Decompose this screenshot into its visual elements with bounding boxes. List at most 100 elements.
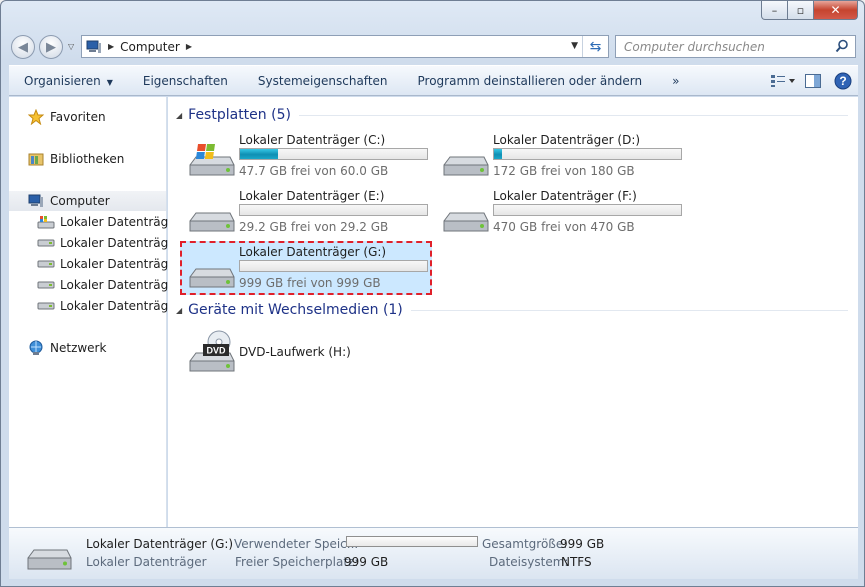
properties-button[interactable]: Eigenschaften [128,74,243,88]
search-placeholder: Computer durchsuchen [624,39,765,54]
windows-drive-icon [186,143,236,181]
nav-network[interactable]: Netzwerk [27,338,106,358]
preview-pane-button[interactable] [798,66,828,96]
refresh-icon: ⇆ [589,38,602,55]
computer-icon [86,40,102,53]
collapse-triangle-icon[interactable]: ◢ [176,306,182,315]
dvd-drive-item[interactable]: DVD DVD-Laufwerk (H:) [182,327,434,381]
toolbar-right: ? [768,66,858,96]
hard-drive-icon [186,255,236,293]
minimize-icon: – [771,3,778,17]
dvd-badge: DVD [206,346,226,356]
drive-name: Lokaler Datenträger (G:) [239,245,387,259]
group-divider [298,114,848,116]
address-bar[interactable]: ▶ Computer ▶ ▼ ⇆ [81,35,609,58]
nav-drive-g[interactable]: Lokaler Datenträger [37,296,181,316]
nav-drive-d[interactable]: Lokaler Datenträger [37,233,181,253]
details-drive-type: Lokaler Datenträger [86,555,207,569]
hard-drive-icon [37,256,55,272]
drive-item-selected[interactable]: Lokaler Datenträger (G:) 999 GB frei von… [180,241,432,295]
drive-usage-bar [493,148,682,160]
breadcrumb-computer[interactable]: Computer [120,40,180,54]
nav-computer[interactable]: Computer [9,191,166,211]
search-icon[interactable] [835,39,849,56]
organize-menu[interactable]: Organisieren ▼ [9,74,128,88]
drive-name: Lokaler Datenträger (C:) [239,133,386,147]
close-icon: ✕ [830,3,841,17]
group-divider [410,309,848,311]
drive-size: 172 GB frei von 180 GB [493,164,635,178]
chevron-down-icon: ▼ [106,77,113,87]
nav-favorites[interactable]: Favoriten [27,107,106,127]
back-button[interactable]: ◀ [11,35,35,59]
nav-drive-e[interactable]: Lokaler Datenträger [37,254,181,274]
refresh-button[interactable]: ⇆ [582,36,608,57]
close-button[interactable]: ✕ [814,1,858,20]
details-total-value: 999 GB [560,537,605,551]
drive-size: 47.7 GB frei von 60.0 GB [239,164,389,178]
explorer-window: – ▫ ✕ ◀ ▶ ▽ ▶ Computer ▶ ▼ ⇆ Computer du… [0,0,865,587]
nav-favorites-label: Favoriten [50,110,106,124]
group-title: Geräte mit Wechselmedien (1) [188,302,403,318]
uninstall-button[interactable]: Programm deinstallieren oder ändern [403,74,658,88]
help-icon: ? [834,72,852,90]
breadcrumb-chevron-icon[interactable]: ▶ [186,42,192,51]
nav-drive-c[interactable]: Lokaler Datenträger [37,212,181,232]
view-options-button[interactable] [768,66,798,96]
drive-item[interactable]: Lokaler Datenträger (F:) 470 GB frei von… [436,187,688,241]
collapse-triangle-icon[interactable]: ◢ [176,111,182,120]
nav-drive-label: Lokaler Datenträger [60,257,181,271]
address-dropdown-icon[interactable]: ▼ [571,41,578,51]
drive-usage-bar [239,148,428,160]
maximize-icon: ▫ [796,3,805,17]
hard-drive-icon [37,235,55,251]
drive-name: Lokaler Datenträger (D:) [493,133,641,147]
group-header-removable[interactable]: ◢ Geräte mit Wechselmedien (1) [176,302,848,318]
star-icon [27,109,45,125]
nav-drive-label: Lokaler Datenträger [60,236,181,250]
minimize-button[interactable]: – [761,1,788,20]
drive-size: 470 GB frei von 470 GB [493,220,635,234]
view-list-icon [771,75,795,87]
more-commands-button[interactable]: » [657,74,694,88]
drive-item[interactable]: Lokaler Datenträger (D:) 172 GB frei von… [436,131,688,185]
details-fs-label: Dateisystem: [489,555,569,569]
drive-usage-bar [239,260,428,272]
nav-computer-label: Computer [50,194,110,208]
windows-drive-icon [37,214,55,230]
drive-usage-bar [239,204,428,216]
nav-drive-f[interactable]: Lokaler Datenträger [37,275,181,295]
history-dropdown-icon[interactable]: ▽ [68,42,74,51]
window-controls: – ▫ ✕ [761,1,858,20]
nav-drive-label: Lokaler Datenträger [60,299,181,313]
command-bar: Organisieren ▼ Eigenschaften Systemeigens… [9,65,858,96]
details-free-value: 999 GB [344,555,389,569]
details-fs-value: NTFS [561,555,592,569]
maximize-button[interactable]: ▫ [788,1,814,20]
system-properties-button[interactable]: Systemeigenschaften [243,74,403,88]
drive-name: Lokaler Datenträger (F:) [493,189,637,203]
hard-drive-icon [25,542,73,577]
help-button[interactable]: ? [828,66,858,96]
nav-libraries[interactable]: Bibliotheken [27,149,124,169]
computer-icon [27,193,45,209]
hard-drive-icon [37,277,55,293]
group-header-hard-disks[interactable]: ◢ Festplatten (5) [176,107,848,123]
drive-usage-fill [240,149,279,159]
details-usage-bar [346,536,478,547]
nav-libraries-label: Bibliotheken [50,152,125,166]
hard-drive-icon [440,143,490,181]
forward-button[interactable]: ▶ [39,35,63,59]
drive-item[interactable]: Lokaler Datenträger (C:) 47.7 GB frei vo… [182,131,434,185]
nav-network-label: Netzwerk [50,341,107,355]
breadcrumb-separator-icon[interactable]: ▶ [108,42,114,51]
details-free-label: Freier Speicherplatz: [235,555,359,569]
svg-text:?: ? [839,74,846,88]
forward-arrow-icon: ▶ [46,39,56,55]
search-input[interactable]: Computer durchsuchen [615,35,856,58]
drive-item[interactable]: Lokaler Datenträger (E:) 29.2 GB frei vo… [182,187,434,241]
navigation-pane: Favoriten Bibliotheken Computer Lokaler … [9,97,181,527]
network-icon [27,340,45,356]
dvd-drive-icon: DVD [186,329,236,379]
drive-size: 29.2 GB frei von 29.2 GB [239,220,389,234]
